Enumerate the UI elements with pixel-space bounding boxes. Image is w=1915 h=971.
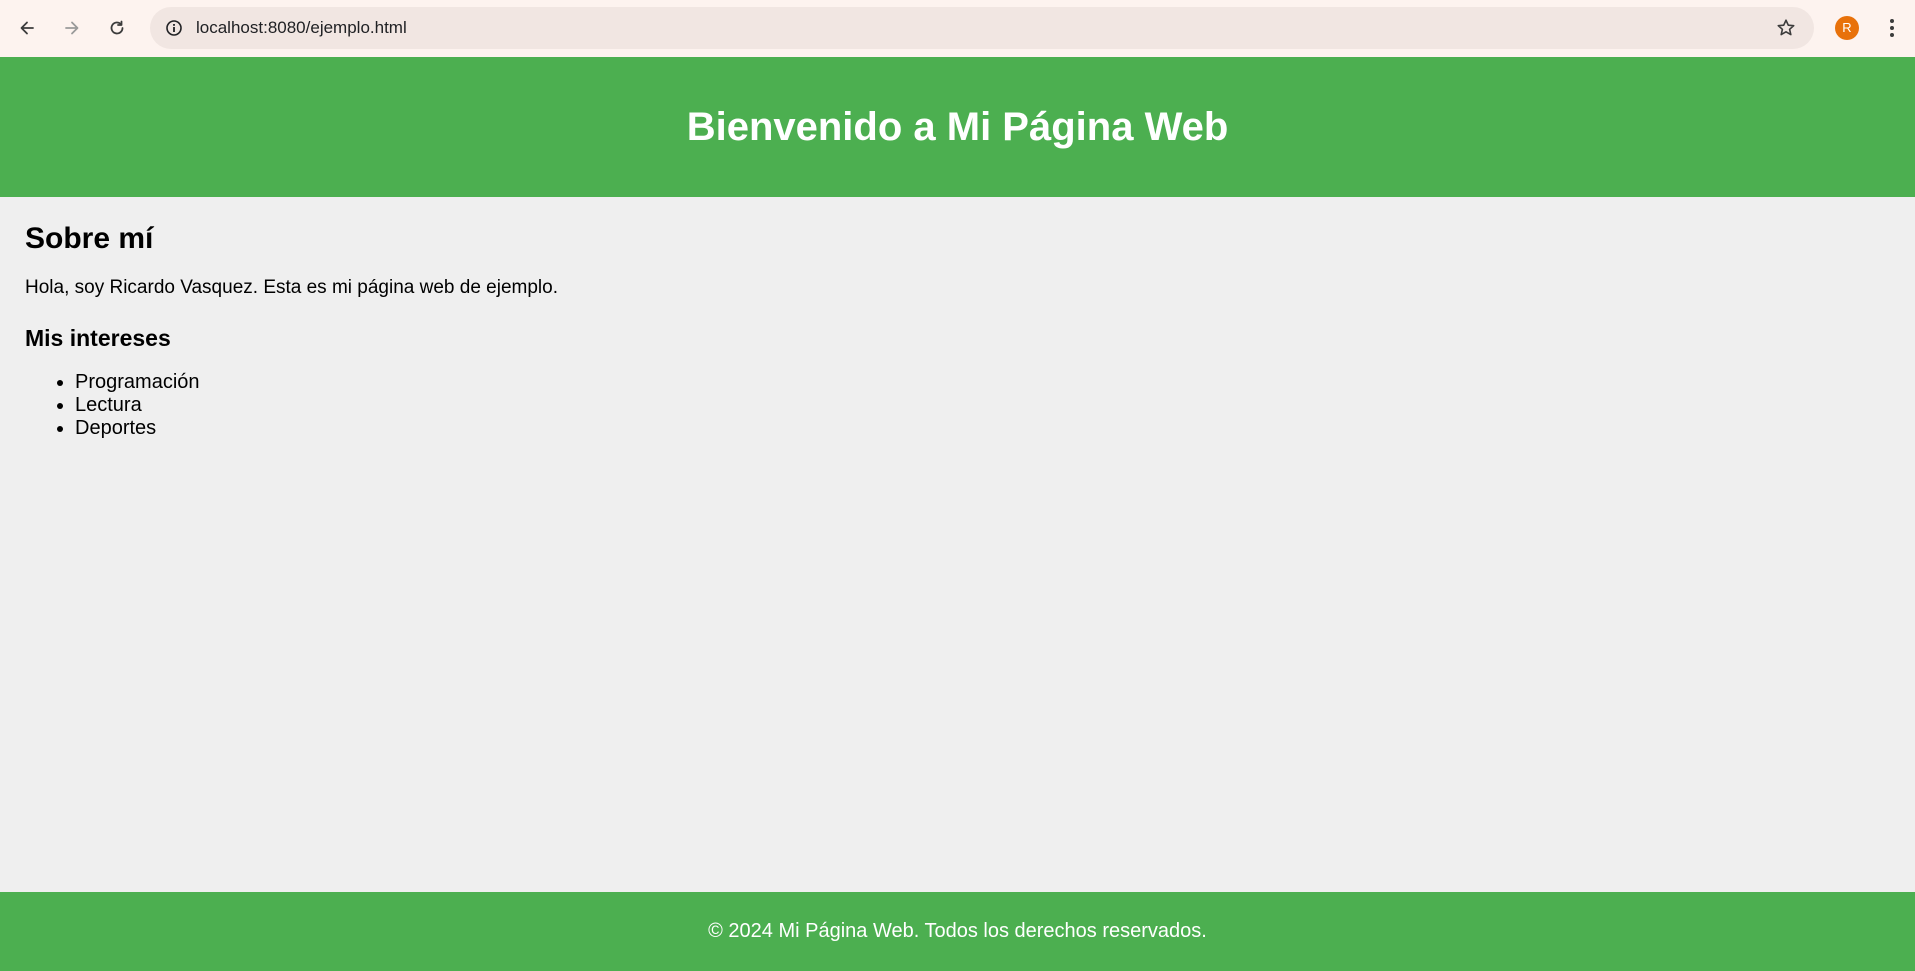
page-title: Bienvenido a Mi Página Web — [686, 104, 1229, 149]
info-icon — [166, 20, 182, 36]
star-icon — [1777, 19, 1795, 36]
profile-avatar[interactable]: R — [1835, 16, 1859, 40]
bookmark-button[interactable] — [1772, 14, 1800, 42]
address-bar[interactable]: localhost:8080/ejemplo.html — [150, 7, 1814, 49]
back-button[interactable] — [9, 10, 45, 46]
about-heading: Sobre mí — [25, 222, 154, 255]
about-text: Hola, soy Ricardo Vasquez. Esta es mi pá… — [25, 277, 558, 298]
page-viewport: Bienvenido a Mi Página Web Sobre mí Hola… — [0, 57, 1915, 971]
list-item: Lectura — [75, 394, 1885, 417]
browser-toolbar: localhost:8080/ejemplo.html R — [0, 0, 1915, 57]
url-text[interactable]: localhost:8080/ejemplo.html — [196, 7, 407, 49]
site-footer: © 2024 Mi Página Web. Todos los derechos… — [0, 892, 1915, 971]
site-info-button[interactable] — [162, 16, 186, 40]
list-item: Deportes — [75, 417, 1885, 440]
interests-list: Programación Lectura Deportes — [25, 371, 1885, 440]
kebab-menu-icon — [1890, 19, 1894, 37]
site-header: Bienvenido a Mi Página Web — [0, 57, 1915, 197]
footer-text: © 2024 Mi Página Web. Todos los derechos… — [708, 920, 1207, 942]
main-content: Sobre mí Hola, soy Ricardo Vasquez. Esta… — [25, 197, 1885, 440]
back-arrow-icon — [20, 21, 34, 35]
forward-arrow-icon — [65, 21, 79, 35]
forward-button[interactable] — [54, 10, 90, 46]
reload-icon — [110, 20, 124, 35]
list-item: Programación — [75, 371, 1885, 394]
interests-heading: Mis intereses — [25, 325, 171, 351]
reload-button[interactable] — [99, 10, 135, 46]
browser-menu-button[interactable] — [1880, 14, 1904, 42]
